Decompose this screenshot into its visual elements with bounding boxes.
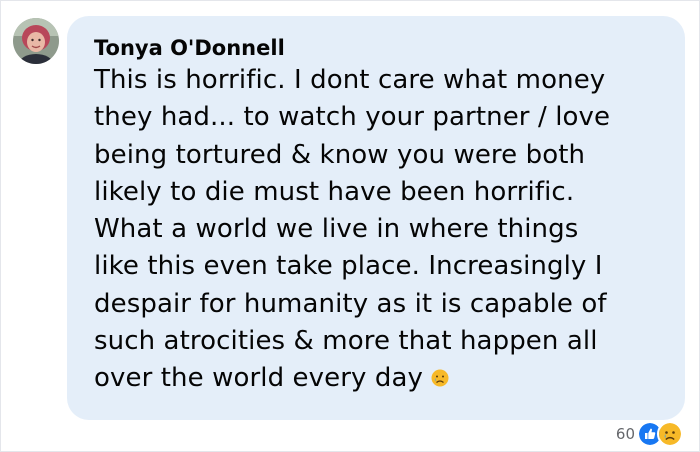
comment-line-text: over the world every day	[94, 363, 423, 394]
comment-body: This is horrific. I dont care what money…	[94, 62, 610, 398]
comment-line: What a world we live in where things	[94, 214, 579, 245]
comment-line: like this even take place. Increasingly …	[94, 251, 603, 282]
comment-card: Tonya O'Donnell This is horrific. I dont…	[0, 0, 700, 452]
crying-face-emoji-icon	[431, 369, 449, 387]
reaction-count[interactable]: 60	[616, 425, 635, 443]
comment-line: likely to die must have been horrific.	[94, 176, 575, 207]
avatar[interactable]	[13, 18, 59, 64]
sad-face-icon	[657, 421, 683, 447]
comment-line: being tortured & know you were both	[94, 139, 586, 170]
comment-bubble: Tonya O'Donnell This is horrific. I dont…	[67, 16, 685, 420]
comment-line: such atrocities & more that happen all	[94, 326, 598, 357]
comment-line: This is horrific. I dont care what money	[94, 65, 606, 95]
reactions-summary[interactable]: 60	[616, 420, 683, 448]
comment-line: despair for humanity as it is capable of	[94, 288, 607, 319]
comment-line: they had... to watch your partner / love	[94, 102, 611, 133]
comment-last-line: over the world every day	[94, 360, 610, 397]
profile-photo-icon	[13, 18, 59, 64]
author-name[interactable]: Tonya O'Donnell	[94, 36, 285, 60]
